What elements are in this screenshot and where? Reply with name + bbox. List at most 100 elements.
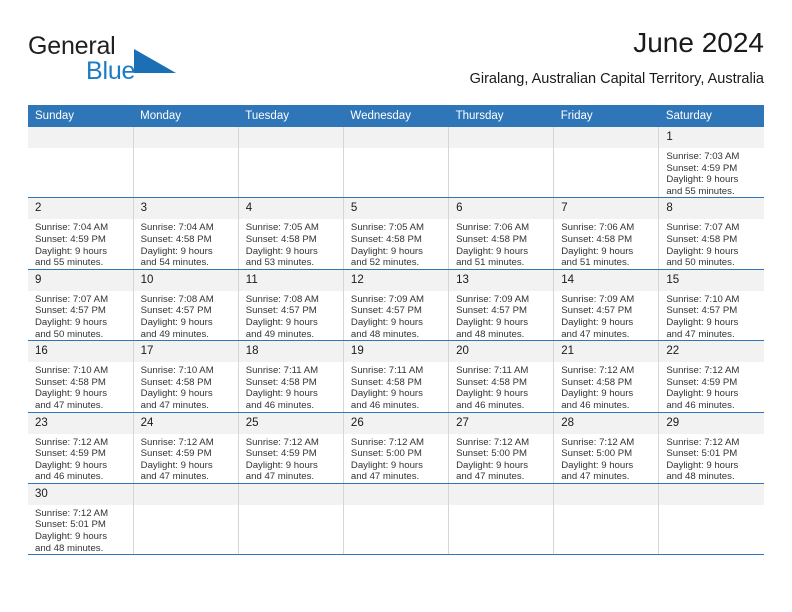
weekday-header-sunday: Sunday xyxy=(28,105,134,127)
sunrise-text: Sunrise: 7:05 AM xyxy=(350,222,424,234)
sunset-text: Sunset: 4:58 PM xyxy=(561,376,633,388)
day-details xyxy=(554,505,658,508)
calendar-day-cell[interactable]: 28 Sunrise: 7:12 AM Sunset: 5:00 PM Dayligh… xyxy=(553,412,660,484)
day-details xyxy=(449,148,553,151)
brand-logo[interactable]: General Blue xyxy=(28,32,208,92)
day-number: 9 xyxy=(28,269,133,291)
calendar-day-cell[interactable]: 24 Sunrise: 7:12 AM Sunset: 4:59 PM Dayligh… xyxy=(133,412,239,484)
day-number xyxy=(343,483,449,505)
sunset-text: Sunset: 5:00 PM xyxy=(456,448,527,460)
calendar-day-cell[interactable]: 26 Sunrise: 7:12 AM Sunset: 5:00 PM Dayligh… xyxy=(343,412,450,484)
daylight-text-line1: Daylight: 9 hours xyxy=(35,459,107,471)
daylight-text-line2: and 48 minutes. xyxy=(666,471,735,483)
title-block: June 2024 Giralang, Australian Capital T… xyxy=(470,26,764,89)
daylight-text-line1: Daylight: 9 hours xyxy=(456,459,529,471)
calendar-day-cell[interactable]: 8 Sunrise: 7:07 AM Sunset: 4:58 PM Daylight… xyxy=(658,197,764,270)
calendar-day-cell[interactable]: 15 Sunrise: 7:10 AM Sunset: 4:57 PM Dayligh… xyxy=(658,269,764,342)
sunset-text: Sunset: 4:58 PM xyxy=(350,376,422,388)
calendar-day-cell[interactable]: 18 Sunrise: 7:11 AM Sunset: 4:58 PM Dayligh… xyxy=(238,340,344,413)
day-number: 3 xyxy=(133,198,238,220)
sunset-text: Sunset: 4:57 PM xyxy=(456,305,527,317)
day-number: 12 xyxy=(343,269,449,291)
daylight-text-line1: Daylight: 9 hours xyxy=(140,316,213,328)
daylight-text-line1: Daylight: 9 hours xyxy=(350,459,423,471)
day-details: Sunrise: 7:11 AM Sunset: 4:58 PM Daylight:… xyxy=(449,362,553,411)
daylight-text-line1: Daylight: 9 hours xyxy=(140,459,213,471)
daylight-text-line1: Daylight: 9 hours xyxy=(561,459,634,471)
calendar-day-cell[interactable]: 7 Sunrise: 7:06 AM Sunset: 4:58 PM Daylight… xyxy=(553,197,660,270)
sunrise-text: Sunrise: 7:06 AM xyxy=(456,222,530,234)
calendar-day-cell[interactable]: 11 Sunrise: 7:08 AM Sunset: 4:57 PM Dayligh… xyxy=(238,269,344,342)
calendar-day-cell[interactable]: 25 Sunrise: 7:12 AM Sunset: 4:59 PM Dayligh… xyxy=(238,412,344,484)
day-details xyxy=(239,505,343,508)
day-details: Sunrise: 7:10 AM Sunset: 4:57 PM Daylight:… xyxy=(659,291,764,340)
daylight-text-line1: Daylight: 9 hours xyxy=(666,388,739,400)
day-details: Sunrise: 7:09 AM Sunset: 4:57 PM Daylight:… xyxy=(554,291,658,340)
day-details xyxy=(554,148,658,151)
calendar-day-cell[interactable]: 14 Sunrise: 7:09 AM Sunset: 4:57 PM Dayligh… xyxy=(553,269,660,342)
daylight-text-line2: and 55 minutes. xyxy=(666,185,735,197)
weekday-header-thursday: Thursday xyxy=(448,105,554,127)
sunset-text: Sunset: 5:00 PM xyxy=(350,448,422,460)
daylight-text-line1: Daylight: 9 hours xyxy=(456,316,529,328)
day-number: 11 xyxy=(238,269,343,291)
calendar-day-cell[interactable]: 6 Sunrise: 7:06 AM Sunset: 4:58 PM Daylight… xyxy=(448,197,555,270)
calendar-day-cell[interactable]: 30 Sunrise: 7:12 AM Sunset: 5:01 PM Dayligh… xyxy=(28,483,134,556)
calendar-day-cell[interactable]: 9 Sunrise: 7:07 AM Sunset: 4:57 PM Daylight… xyxy=(28,269,134,342)
day-number xyxy=(133,127,238,148)
sunset-text: Sunset: 4:59 PM xyxy=(666,162,738,174)
calendar-day-cell[interactable]: 16 Sunrise: 7:10 AM Sunset: 4:58 PM Dayligh… xyxy=(28,340,134,413)
calendar-week-row: 16 Sunrise: 7:10 AM Sunset: 4:58 PM Dayligh… xyxy=(28,340,764,413)
calendar-day-cell-empty xyxy=(448,483,555,556)
calendar-week-row: 23 Sunrise: 7:12 AM Sunset: 4:59 PM Dayligh… xyxy=(28,412,764,484)
calendar-day-cell[interactable]: 4 Sunrise: 7:05 AM Sunset: 4:58 PM Daylight… xyxy=(238,197,344,270)
calendar-day-cell[interactable]: 5 Sunrise: 7:05 AM Sunset: 4:58 PM Daylight… xyxy=(343,197,450,270)
day-details: Sunrise: 7:12 AM Sunset: 5:00 PM Daylight:… xyxy=(344,434,448,483)
calendar-day-cell-empty xyxy=(448,127,555,199)
calendar-day-cell[interactable]: 3 Sunrise: 7:04 AM Sunset: 4:58 PM Daylight… xyxy=(133,197,239,270)
calendar-day-cell[interactable]: 1 Sunrise: 7:03 AM Sunset: 4:59 PM Daylight… xyxy=(658,127,764,199)
day-number: 19 xyxy=(343,341,449,363)
day-details: Sunrise: 7:06 AM Sunset: 4:58 PM Daylight:… xyxy=(449,219,553,268)
calendar-day-cell[interactable]: 19 Sunrise: 7:11 AM Sunset: 4:58 PM Dayligh… xyxy=(343,340,450,413)
day-details: Sunrise: 7:08 AM Sunset: 4:57 PM Daylight:… xyxy=(239,291,343,340)
calendar-day-cell[interactable]: 20 Sunrise: 7:11 AM Sunset: 4:58 PM Dayligh… xyxy=(448,340,555,413)
calendar-day-cell-empty xyxy=(658,483,764,556)
calendar-page: General Blue June 2024 Giralang, Austral… xyxy=(0,0,792,612)
calendar-day-cell[interactable]: 2 Sunrise: 7:04 AM Sunset: 4:59 PM Daylight… xyxy=(28,197,134,270)
day-details: Sunrise: 7:12 AM Sunset: 4:59 PM Daylight:… xyxy=(239,434,343,483)
daylight-text-line2: and 47 minutes. xyxy=(456,471,525,483)
day-details: Sunrise: 7:09 AM Sunset: 4:57 PM Daylight:… xyxy=(344,291,448,340)
calendar-day-cell[interactable]: 13 Sunrise: 7:09 AM Sunset: 4:57 PM Dayligh… xyxy=(448,269,555,342)
day-details: Sunrise: 7:12 AM Sunset: 5:00 PM Daylight:… xyxy=(554,434,658,483)
sunset-text: Sunset: 4:58 PM xyxy=(456,376,527,388)
brand-name-general: General xyxy=(28,32,116,60)
calendar-day-cell[interactable]: 29 Sunrise: 7:12 AM Sunset: 5:01 PM Dayligh… xyxy=(658,412,764,484)
day-details xyxy=(344,148,448,151)
daylight-text-line1: Daylight: 9 hours xyxy=(456,245,529,257)
calendar-day-cell[interactable]: 27 Sunrise: 7:12 AM Sunset: 5:00 PM Dayligh… xyxy=(448,412,555,484)
daylight-text-line2: and 49 minutes. xyxy=(140,328,209,340)
day-details: Sunrise: 7:12 AM Sunset: 5:01 PM Daylight:… xyxy=(28,505,133,554)
calendar-day-cell[interactable]: 17 Sunrise: 7:10 AM Sunset: 4:58 PM Dayligh… xyxy=(133,340,239,413)
daylight-text-line1: Daylight: 9 hours xyxy=(666,245,739,257)
brand-name-blue: Blue xyxy=(86,57,136,85)
sunset-text: Sunset: 4:57 PM xyxy=(561,305,633,317)
daylight-text-line2: and 50 minutes. xyxy=(666,257,735,269)
calendar-day-cell[interactable]: 10 Sunrise: 7:08 AM Sunset: 4:57 PM Dayligh… xyxy=(133,269,239,342)
sunrise-text: Sunrise: 7:12 AM xyxy=(140,436,214,448)
calendar-day-cell[interactable]: 21 Sunrise: 7:12 AM Sunset: 4:58 PM Dayligh… xyxy=(553,340,660,413)
sunrise-text: Sunrise: 7:07 AM xyxy=(666,222,740,234)
sunset-text: Sunset: 4:57 PM xyxy=(350,305,422,317)
daylight-text-line1: Daylight: 9 hours xyxy=(245,245,318,257)
calendar-day-cell[interactable]: 23 Sunrise: 7:12 AM Sunset: 4:59 PM Dayligh… xyxy=(28,412,134,484)
calendar-day-cell[interactable]: 12 Sunrise: 7:09 AM Sunset: 4:57 PM Dayligh… xyxy=(343,269,450,342)
sunrise-text: Sunrise: 7:12 AM xyxy=(561,365,635,377)
calendar-day-cell[interactable]: 22 Sunrise: 7:12 AM Sunset: 4:59 PM Dayligh… xyxy=(658,340,764,413)
day-number xyxy=(343,127,449,148)
day-number: 10 xyxy=(133,269,238,291)
day-details: Sunrise: 7:04 AM Sunset: 4:59 PM Daylight:… xyxy=(28,219,133,268)
calendar-day-cell-empty xyxy=(133,483,239,556)
day-details xyxy=(134,505,238,508)
day-number: 20 xyxy=(449,341,554,363)
